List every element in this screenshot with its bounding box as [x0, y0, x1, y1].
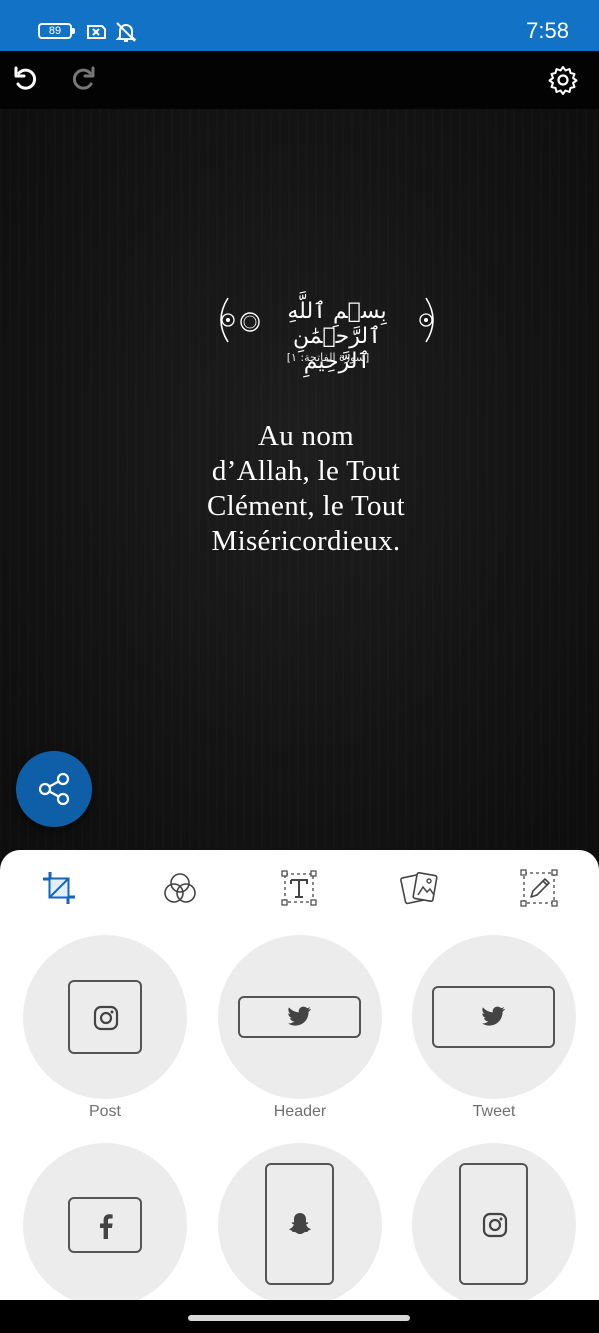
images-icon[interactable]	[399, 868, 439, 908]
instagram-icon	[482, 1212, 508, 1238]
verse-line: Miséricordieux.	[211, 525, 401, 557]
format-post-tile[interactable]	[23, 935, 187, 1099]
verse-line: d’Allah, le Tout	[211, 455, 401, 487]
clock: 7:58	[526, 18, 569, 43]
format-snapchat-tile[interactable]	[218, 1143, 382, 1307]
post-frame	[68, 980, 142, 1054]
battery-indicator: 89	[38, 23, 75, 39]
verse-text[interactable]: Au nom d’Allah, le Tout Clément, le Tout…	[150, 419, 462, 559]
format-tweet-tile[interactable]	[412, 935, 576, 1099]
crop-icon[interactable]	[39, 868, 79, 908]
header-frame	[238, 996, 361, 1038]
snapchat-frame	[265, 1163, 334, 1285]
edit-icon[interactable]	[519, 868, 559, 908]
undo-icon[interactable]	[10, 63, 44, 97]
sim-error-icon	[87, 25, 106, 39]
text-icon[interactable]	[279, 868, 319, 908]
image-canvas[interactable]: بِسۡمِ ٱللَّهِ ٱلرَّحۡمَٰنِ ٱلرَّحِيمِ […	[0, 109, 599, 859]
story-frame	[459, 1163, 528, 1285]
facebook-frame	[68, 1197, 142, 1253]
share-icon	[38, 772, 70, 806]
gear-icon[interactable]	[546, 63, 580, 97]
redo-icon[interactable]	[65, 63, 99, 97]
format-label: Header	[273, 1103, 327, 1120]
twitter-icon	[288, 1006, 311, 1026]
share-button[interactable]	[16, 751, 92, 827]
format-label: Tweet	[472, 1103, 516, 1120]
filters-icon[interactable]	[160, 868, 200, 908]
instagram-icon	[93, 1005, 119, 1031]
status-bar: 89 7:58	[0, 0, 599, 51]
editor-bottom-sheet: Post Header Tweet	[0, 850, 599, 1310]
facebook-icon	[100, 1214, 113, 1239]
format-label: Post	[88, 1103, 121, 1120]
verse-line: Au nom	[257, 420, 355, 452]
verse-line: Clément, le Tout	[207, 490, 405, 522]
system-nav-bar	[0, 1300, 599, 1333]
battery-level: 89	[48, 25, 62, 37]
surah-reference: [سورة الفاتحة: ١]	[286, 351, 370, 364]
top-toolbar	[0, 51, 599, 109]
snapchat-icon	[289, 1213, 311, 1234]
twitter-icon	[482, 1006, 505, 1026]
format-header-tile[interactable]	[218, 935, 382, 1099]
notifications-off-icon	[115, 22, 137, 42]
home-gesture-handle[interactable]	[188, 1315, 410, 1321]
format-facebook-tile[interactable]	[23, 1143, 187, 1307]
format-story-tile[interactable]	[412, 1143, 576, 1307]
tweet-frame	[432, 986, 555, 1048]
